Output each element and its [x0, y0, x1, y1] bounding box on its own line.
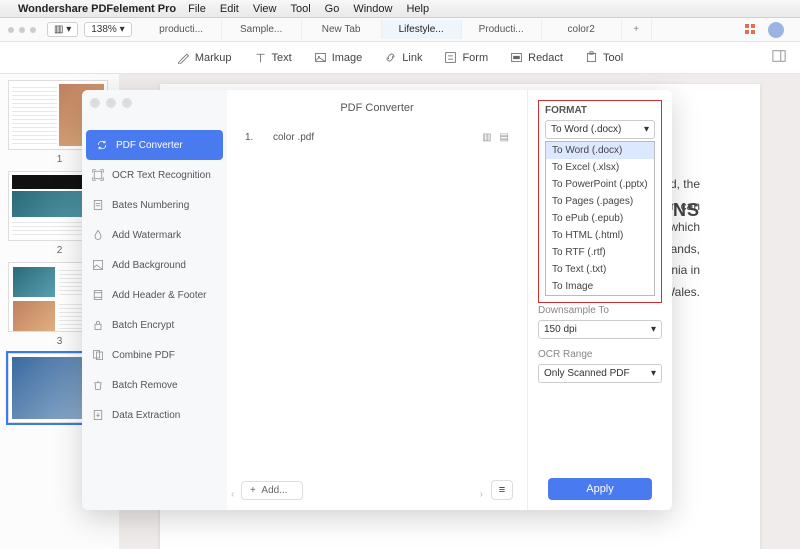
tab-sample[interactable]: Sample... [222, 20, 302, 39]
panel-toggle-icon[interactable] [772, 49, 786, 66]
apply-button[interactable]: Apply [548, 478, 652, 500]
app-name[interactable]: Wondershare PDFelement Pro [18, 3, 176, 15]
file-row[interactable]: 1. color .pdf ▥ ▤ [241, 126, 513, 149]
tool-text[interactable]: Text [254, 51, 292, 64]
sidebar-item-batch-remove[interactable]: Batch Remove [82, 370, 227, 400]
format-option-pages[interactable]: To Pages (.pages) [546, 193, 654, 210]
menu-view[interactable]: View [253, 3, 277, 15]
converter-file-list: PDF Converter 1. color .pdf ▥ ▤ + Add...… [227, 90, 527, 510]
chevron-down-icon: ▾ [651, 368, 656, 379]
tool-image[interactable]: Image [314, 51, 363, 64]
menubar: Wondershare PDFelement Pro File Edit Vie… [0, 0, 800, 18]
converter-sidebar: PDF Converter OCR Text Recognition Bates… [82, 90, 227, 510]
tab-producti[interactable]: producti... [142, 20, 222, 39]
traffic-light-icon[interactable] [30, 27, 36, 33]
chevron-down-icon: ▾ [644, 124, 649, 135]
tool-redact[interactable]: Redact [510, 51, 563, 64]
tool-form[interactable]: Form [444, 51, 488, 64]
tab-color2[interactable]: color2 [542, 20, 622, 39]
sidebar-toggle-button[interactable]: ▥ ▾ [47, 22, 78, 37]
sidebar-item-label: PDF Converter [116, 140, 183, 151]
sidebar-item-label: Batch Remove [112, 380, 178, 391]
list-view-icon[interactable]: ≡ [491, 480, 513, 500]
format-select[interactable]: To Word (.docx)▾ [545, 120, 655, 139]
top-row: ▥ ▾ 138% ▾ producti... Sample... New Tab… [0, 18, 800, 42]
sidebar-item-encrypt[interactable]: Batch Encrypt [82, 310, 227, 340]
main-toolbar: Markup Text Image Link Form Redact Tool [0, 42, 800, 74]
add-file-button[interactable]: + Add... [241, 481, 303, 500]
tab-lifestyle[interactable]: Lifestyle... [382, 20, 462, 39]
file-name: color .pdf [273, 132, 474, 143]
format-label: FORMAT [545, 105, 655, 116]
sidebar-item-label: Combine PDF [112, 350, 175, 361]
tab-producti2[interactable]: Producti... [462, 20, 542, 39]
menu-edit[interactable]: Edit [220, 3, 239, 15]
chevron-right-icon[interactable]: › [480, 489, 483, 500]
ocr-range-select[interactable]: Only Scanned PDF▾ [538, 364, 662, 383]
sidebar-item-label: Add Header & Footer [112, 290, 207, 301]
sidebar-item-label: Batch Encrypt [112, 320, 174, 331]
menu-go[interactable]: Go [325, 3, 340, 15]
pdf-converter-modal: PDF Converter OCR Text Recognition Bates… [82, 90, 672, 510]
sidebar-item-pdf-converter[interactable]: PDF Converter [86, 130, 223, 160]
sidebar-item-watermark[interactable]: Add Watermark [82, 220, 227, 250]
sidebar-item-data-extraction[interactable]: Data Extraction [82, 400, 227, 430]
format-dropdown: To Word (.docx) To Excel (.xlsx) To Powe… [545, 141, 655, 296]
traffic-light-icon[interactable] [19, 27, 25, 33]
format-option-html[interactable]: To HTML (.html) [546, 227, 654, 244]
app-grid-icon[interactable] [744, 23, 758, 37]
format-option-epub[interactable]: To ePub (.epub) [546, 210, 654, 227]
tab-newtab[interactable]: New Tab [302, 20, 382, 39]
sidebar-item-combine[interactable]: Combine PDF [82, 340, 227, 370]
menu-file[interactable]: File [188, 3, 206, 15]
sidebar-item-label: OCR Text Recognition [112, 170, 211, 181]
tool-link[interactable]: Link [384, 51, 422, 64]
zoom-select[interactable]: 138% ▾ [84, 22, 131, 37]
file-index: 1. [245, 132, 273, 143]
user-avatar[interactable] [768, 22, 784, 38]
sidebar-item-label: Bates Numbering [112, 200, 189, 211]
format-group: FORMAT To Word (.docx)▾ To Word (.docx) … [538, 100, 662, 303]
chevron-left-icon[interactable]: ‹ [231, 489, 234, 500]
tool-tool[interactable]: Tool [585, 51, 623, 64]
tool-markup[interactable]: Markup [177, 51, 232, 64]
menu-window[interactable]: Window [353, 3, 392, 15]
traffic-light-icon[interactable] [8, 27, 14, 33]
tab-add[interactable]: + [622, 20, 652, 39]
format-option-ppt[interactable]: To PowerPoint (.pptx) [546, 176, 654, 193]
sidebar-item-bates[interactable]: Bates Numbering [82, 190, 227, 220]
sidebar-item-ocr[interactable]: OCR Text Recognition [82, 160, 227, 190]
chevron-down-icon: ▾ [651, 324, 656, 335]
downsample-select[interactable]: 150 dpi▾ [538, 320, 662, 339]
sidebar-item-label: Data Extraction [112, 410, 180, 421]
sidebar-item-label: Add Watermark [112, 230, 181, 241]
ocr-range-label: OCR Range [538, 349, 662, 360]
format-option-image[interactable]: To Image [546, 278, 654, 295]
modal-traffic-lights[interactable] [90, 98, 132, 108]
document-tabs: producti... Sample... New Tab Lifestyle.… [142, 20, 736, 39]
sidebar-item-background[interactable]: Add Background [82, 250, 227, 280]
converter-options-panel: FORMAT To Word (.docx)▾ To Word (.docx) … [527, 90, 672, 510]
sidebar-item-header-footer[interactable]: Add Header & Footer [82, 280, 227, 310]
sidebar-item-label: Add Background [112, 260, 186, 271]
format-option-text[interactable]: To Text (.txt) [546, 261, 654, 278]
file-split-icon[interactable]: ▥ [482, 132, 491, 143]
modal-title: PDF Converter [227, 96, 527, 114]
format-option-word[interactable]: To Word (.docx) [546, 142, 654, 159]
menu-help[interactable]: Help [406, 3, 429, 15]
format-option-excel[interactable]: To Excel (.xlsx) [546, 159, 654, 176]
file-page-icon[interactable]: ▤ [500, 132, 509, 143]
menu-tool[interactable]: Tool [290, 3, 310, 15]
format-option-rtf[interactable]: To RTF (.rtf) [546, 244, 654, 261]
downsample-label: Downsample To [538, 305, 662, 316]
